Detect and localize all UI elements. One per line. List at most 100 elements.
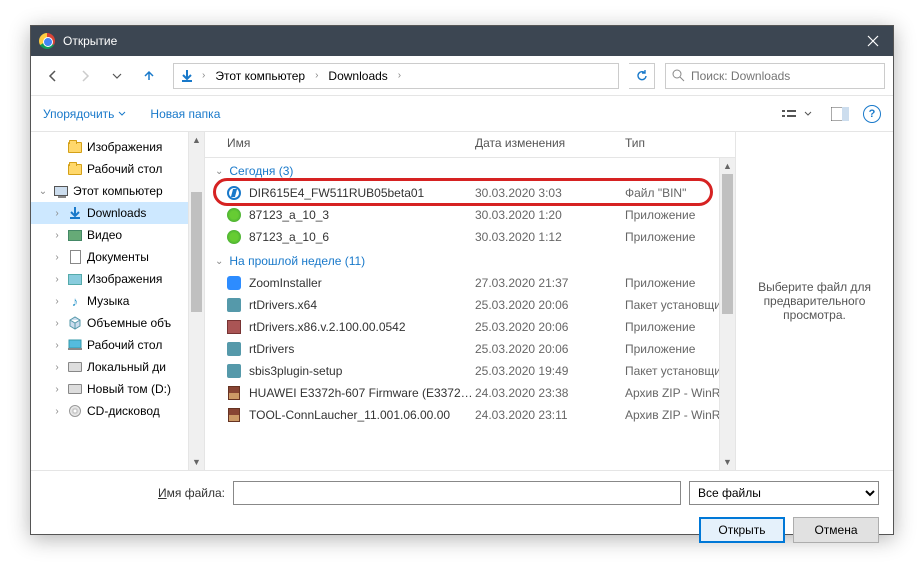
tree-item[interactable]: Рабочий стол <box>31 158 204 180</box>
zoom-icon <box>225 274 243 292</box>
expand-icon[interactable]: › <box>51 296 63 307</box>
chevron-down-icon: ⌄ <box>215 256 223 267</box>
dialog-body: ИзображенияРабочий стол⌄Этот компьютер›D… <box>31 132 893 470</box>
tree-label: CD-дисковод <box>87 404 160 418</box>
view-options-button[interactable] <box>777 103 817 125</box>
new-folder-button[interactable]: Новая папка <box>150 107 220 121</box>
cancel-button[interactable]: Отмена <box>793 517 879 543</box>
filename-input[interactable] <box>233 481 681 505</box>
nav-tree[interactable]: Изображения Рабочий стол ⌄ Этот компьютер ›D… <box>31 132 205 470</box>
tree-label: Этот компьютер <box>73 184 163 198</box>
file-row[interactable]: rtDrivers.x6425.03.2020 20:06Пакет устан… <box>205 294 735 316</box>
tree-label: Видео <box>87 228 122 242</box>
chevron-right-icon: › <box>394 70 405 81</box>
file-row[interactable]: 87123_a_10_630.03.2020 1:12Приложение <box>205 226 735 248</box>
scroll-down-icon[interactable]: ▼ <box>720 454 735 470</box>
file-list[interactable]: Имя Дата изменения Тип ⌄Сегодня (3)DIR61… <box>205 132 735 470</box>
file-row[interactable]: 87123_a_10_330.03.2020 1:20Приложение <box>205 204 735 226</box>
tree-item[interactable]: ›♪Музыка <box>31 290 204 312</box>
app-icon <box>225 184 243 202</box>
tree-item[interactable]: ›Рабочий стол <box>31 334 204 356</box>
expand-icon[interactable]: ⌄ <box>37 186 49 197</box>
col-name[interactable]: Имя <box>205 132 465 157</box>
expand-icon[interactable]: › <box>51 230 63 241</box>
file-name: TOOL-ConnLaucher_11.001.06.00.00 <box>249 408 475 422</box>
titlebar: Открытие <box>31 26 893 56</box>
tree-label: Изображения <box>87 140 162 154</box>
scroll-down-icon[interactable]: ▼ <box>189 454 204 470</box>
scroll-thumb[interactable] <box>191 192 202 312</box>
green-icon <box>225 228 243 246</box>
group-title: Сегодня (3) <box>229 164 293 178</box>
column-headers[interactable]: Имя Дата изменения Тип <box>205 132 735 158</box>
tree-item[interactable]: › Видео <box>31 224 204 246</box>
close-button[interactable] <box>853 26 893 56</box>
expand-icon[interactable]: › <box>51 362 63 373</box>
gear-icon <box>225 296 243 314</box>
file-row[interactable]: rtDrivers25.03.2020 20:06Приложение <box>205 338 735 360</box>
file-name: 87123_a_10_6 <box>249 230 475 244</box>
tree-item[interactable]: ›Объемные объ <box>31 312 204 334</box>
tree-label: Локальный ди <box>87 360 166 374</box>
file-row[interactable]: ZoomInstaller27.03.2020 21:37Приложение <box>205 272 735 294</box>
nav-recent-button[interactable] <box>103 62 131 90</box>
expand-icon[interactable]: › <box>51 406 63 417</box>
expand-icon[interactable]: › <box>51 274 63 285</box>
expand-icon[interactable]: › <box>51 340 63 351</box>
open-button[interactable]: Открыть <box>699 517 785 543</box>
col-date[interactable]: Дата изменения <box>465 132 615 157</box>
tree-item[interactable]: › Документы <box>31 246 204 268</box>
box-icon <box>225 318 243 336</box>
list-scrollbar[interactable]: ▲ ▼ <box>719 158 735 470</box>
nav-back-button[interactable] <box>39 62 67 90</box>
group-header[interactable]: ⌄На прошлой неделе (11) <box>205 248 735 272</box>
expand-icon[interactable]: › <box>51 384 63 395</box>
expand-icon[interactable]: › <box>51 208 63 219</box>
tree-item[interactable]: › CD-дисковод <box>31 400 204 422</box>
col-type[interactable]: Тип <box>615 132 735 157</box>
preview-pane-button[interactable] <box>827 103 853 125</box>
file-name: rtDrivers.x86.v.2.100.00.0542 <box>249 320 475 334</box>
breadcrumb-item[interactable]: Этот компьютер <box>211 67 309 85</box>
file-name: HUAWEI E3372h-607 Firmware (E3372h-6... <box>249 386 475 400</box>
file-date: 25.03.2020 20:06 <box>475 298 625 312</box>
file-row[interactable]: rtDrivers.x86.v.2.100.00.054225.03.2020 … <box>205 316 735 338</box>
nav-forward-button[interactable] <box>71 62 99 90</box>
search-box[interactable] <box>665 63 885 89</box>
tree-label: Документы <box>87 250 149 264</box>
scroll-up-icon[interactable]: ▲ <box>720 158 735 174</box>
scroll-thumb[interactable] <box>722 174 733 314</box>
tree-item[interactable]: ⌄ Этот компьютер <box>31 180 204 202</box>
refresh-button[interactable] <box>629 63 655 89</box>
expand-icon[interactable]: › <box>51 318 63 329</box>
tree-item[interactable]: ›Downloads <box>31 202 204 224</box>
file-row[interactable]: sbis3plugin-setup25.03.2020 19:49Пакет у… <box>205 360 735 382</box>
nav-row: › Этот компьютер › Downloads › <box>31 56 893 96</box>
filetype-select[interactable]: Все файлы <box>689 481 879 505</box>
file-row[interactable]: TOOL-ConnLaucher_11.001.06.00.0024.03.20… <box>205 404 735 426</box>
breadcrumb-item[interactable]: Downloads <box>324 67 391 85</box>
help-button[interactable]: ? <box>863 105 881 123</box>
expand-icon[interactable]: › <box>51 252 63 263</box>
folder-icon <box>67 161 83 177</box>
file-date: 25.03.2020 19:49 <box>475 364 625 378</box>
filename-label: Имя файла: <box>45 486 225 500</box>
film-icon <box>67 227 83 243</box>
breadcrumb[interactable]: › Этот компьютер › Downloads › <box>173 63 619 89</box>
file-row[interactable]: HUAWEI E3372h-607 Firmware (E3372h-6...2… <box>205 382 735 404</box>
tree-item[interactable]: › Локальный ди <box>31 356 204 378</box>
disk-icon <box>67 381 83 397</box>
search-input[interactable] <box>691 69 878 83</box>
tree-item[interactable]: ›Новый том (D:) <box>31 378 204 400</box>
tree-scrollbar[interactable]: ▲ ▼ <box>188 132 204 470</box>
file-date: 30.03.2020 3:03 <box>475 186 625 200</box>
group-header[interactable]: ⌄Сегодня (3) <box>205 158 735 182</box>
search-icon <box>672 69 685 82</box>
organize-menu[interactable]: Упорядочить <box>43 107 126 121</box>
scroll-up-icon[interactable]: ▲ <box>189 132 204 148</box>
file-row[interactable]: DIR615E4_FW511RUB05beta0130.03.2020 3:03… <box>205 182 735 204</box>
file-date: 24.03.2020 23:38 <box>475 386 625 400</box>
nav-up-button[interactable] <box>135 62 163 90</box>
tree-item[interactable]: ›Изображения <box>31 268 204 290</box>
tree-item[interactable]: Изображения <box>31 136 204 158</box>
